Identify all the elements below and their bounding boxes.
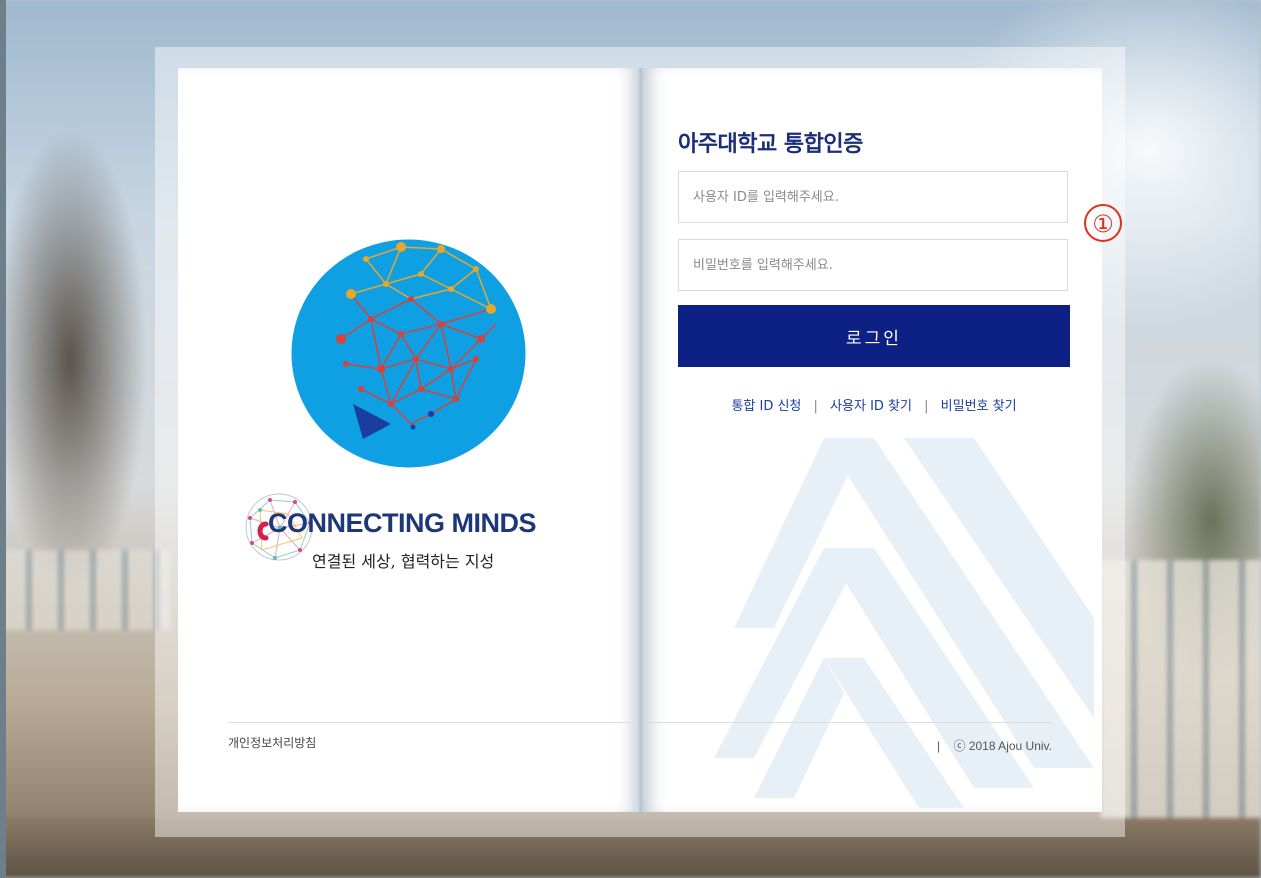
find-password-link[interactable]: 비밀번호 찾기 xyxy=(941,399,1017,414)
footer-separator: | xyxy=(937,739,941,753)
copyright-label: ⓒ 2018 Ajou Univ. xyxy=(953,739,1052,753)
slogan-title: CONNECTING MINDS xyxy=(268,508,537,538)
window-edge xyxy=(0,0,6,878)
privacy-policy-link[interactable]: 개인정보처리방침 xyxy=(228,734,316,751)
copyright-text: | ⓒ 2018 Ajou Univ. xyxy=(937,737,1052,754)
slogan-subtitle: 연결된 세상, 협력하는 지성 xyxy=(312,552,495,571)
user-id-input[interactable] xyxy=(678,171,1068,223)
link-separator: | xyxy=(813,399,818,414)
register-id-link[interactable]: 통합 ID 신청 xyxy=(731,399,801,414)
ajou-watermark-logo-icon xyxy=(714,438,1094,808)
right-page: 아주대학교 통합인증 로그인 통합 ID 신청 | 사용자 ID 찾기 | 비밀… xyxy=(644,68,1102,812)
login-button[interactable]: 로그인 xyxy=(678,305,1070,367)
account-links: 통합 ID 신청 | 사용자 ID 찾기 | 비밀번호 찾기 xyxy=(678,395,1070,414)
left-page: CONNECTING MINDS 연결된 세상, 협력하는 지성 개인정보처리방… xyxy=(178,68,639,812)
background-building-right xyxy=(1101,560,1261,820)
link-separator: | xyxy=(924,399,929,414)
annotation-marker: ① xyxy=(1084,204,1122,242)
password-input[interactable] xyxy=(678,239,1068,291)
background-building-left xyxy=(0,550,170,630)
find-id-link[interactable]: 사용자 ID 찾기 xyxy=(830,399,912,414)
login-title: 아주대학교 통합인증 xyxy=(678,132,863,157)
login-book: CONNECTING MINDS 연결된 세상, 협력하는 지성 개인정보처리방… xyxy=(178,68,1102,812)
footer-divider xyxy=(228,722,639,723)
footer-divider xyxy=(644,722,1052,723)
network-brain-logo-icon xyxy=(291,239,526,468)
